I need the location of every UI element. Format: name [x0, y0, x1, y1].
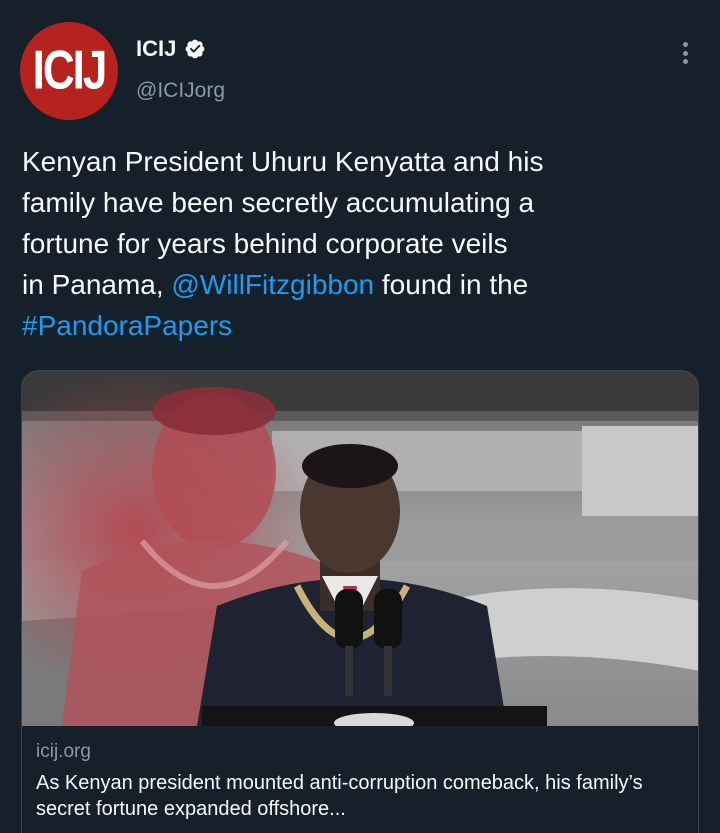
tweet-line: family have been secretly accumulating a	[22, 187, 535, 218]
display-name[interactable]: ICIJ	[136, 36, 176, 62]
tweet: ICIJ ICIJ @ICIJorg Kenyan President Uhur…	[0, 0, 720, 833]
more-options-icon[interactable]	[674, 38, 696, 68]
hashtag-link[interactable]: #PandoraPapers	[22, 310, 232, 341]
avatar[interactable]: ICIJ	[20, 22, 118, 120]
verified-badge-icon	[184, 38, 206, 60]
tweet-text: Kenyan President Uhuru Kenyatta and his …	[22, 141, 702, 346]
card-title: As Kenyan president mounted anti-corrupt…	[36, 772, 643, 820]
card-image[interactable]	[22, 371, 698, 726]
tweet-line: Kenyan President Uhuru Kenyatta and his	[22, 146, 544, 177]
dot	[682, 50, 688, 56]
tweet-text-segment: in Panama,	[22, 269, 172, 300]
card-domain: icij.org	[36, 741, 91, 762]
link-card[interactable]: icij.org As Kenyan president mounted ant…	[21, 370, 699, 833]
tweet-line: #PandoraPapers	[22, 305, 702, 346]
dot	[682, 42, 688, 47]
handle[interactable]: @ICIJorg	[136, 79, 225, 103]
tweet-line: fortune for years behind corporate veils	[22, 228, 508, 259]
author-name-row: ICIJ	[136, 36, 206, 62]
tweet-line: in Panama, @WillFitzgibbon found in the	[22, 264, 702, 305]
card-meta[interactable]: icij.org As Kenyan president mounted ant…	[22, 726, 698, 833]
tweet-text-segment: found in the	[374, 269, 529, 300]
mention-link[interactable]: @WillFitzgibbon	[171, 269, 374, 300]
avatar-logo-text: ICIJ	[32, 39, 108, 101]
dot	[682, 59, 688, 64]
